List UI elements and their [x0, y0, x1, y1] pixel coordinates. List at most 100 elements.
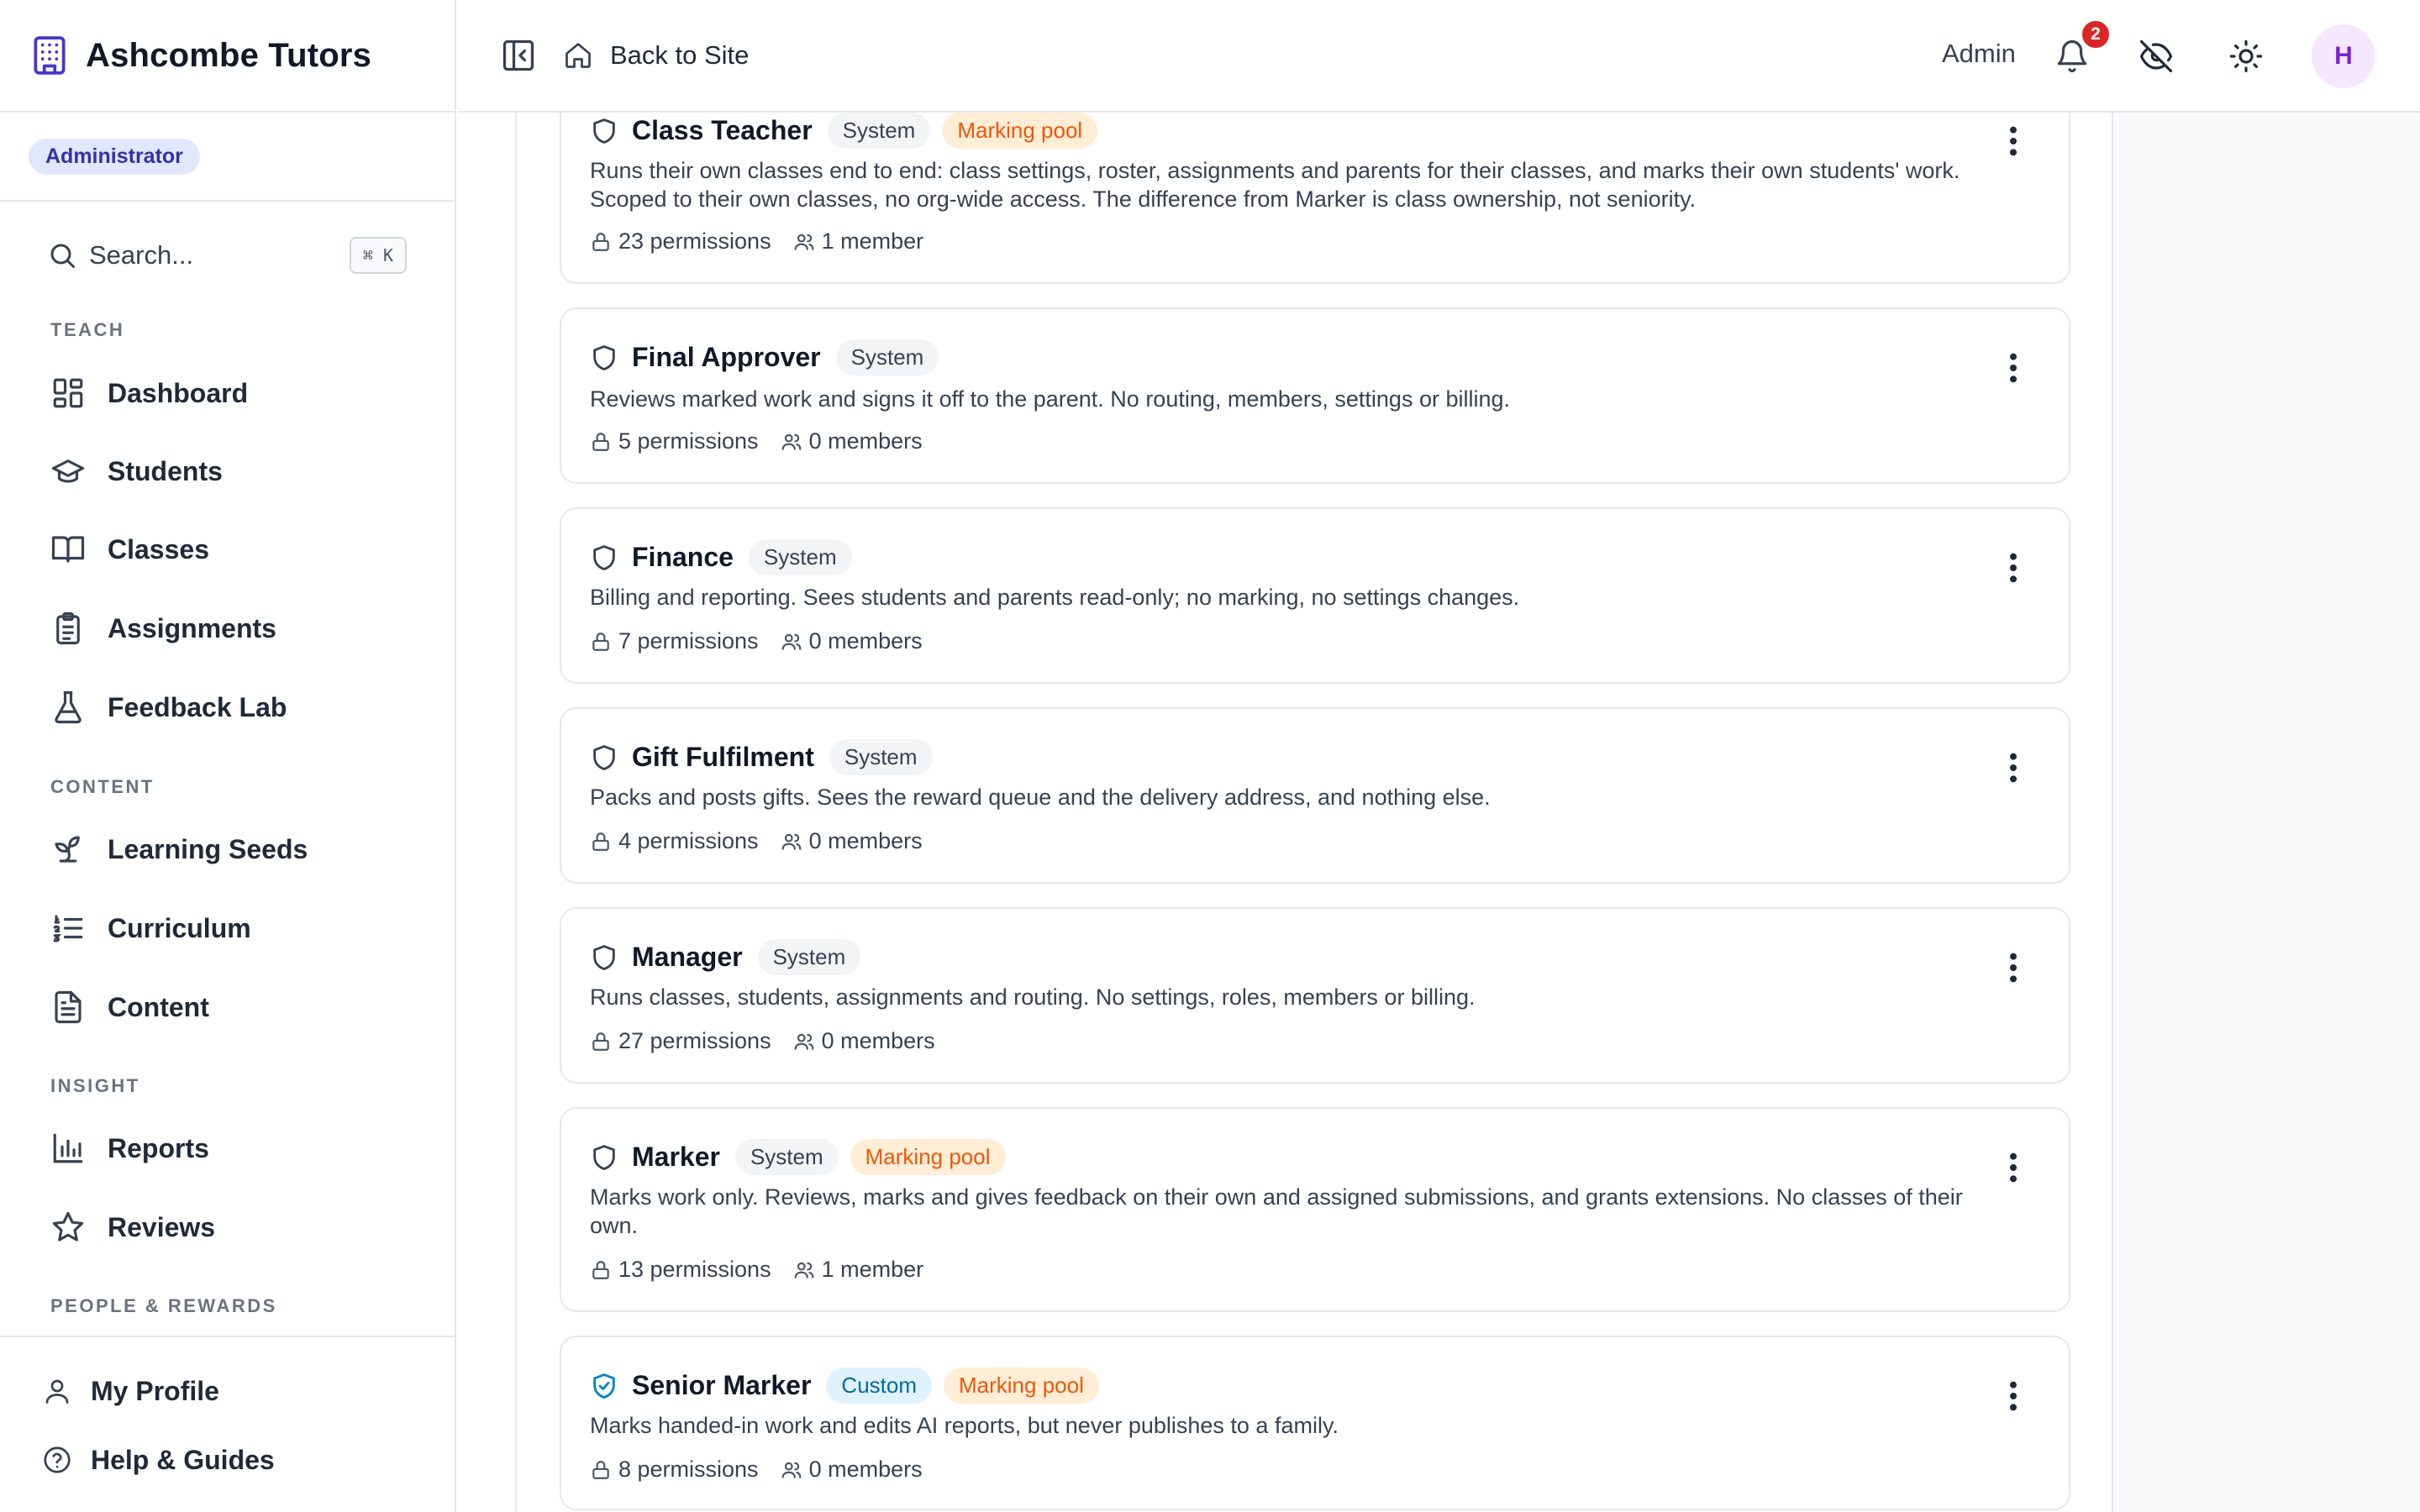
members-count: 0 members — [808, 1457, 923, 1482]
members-count: 0 members — [808, 428, 923, 454]
system-tag: System — [734, 1139, 839, 1175]
my-profile-link[interactable]: My Profile — [42, 1368, 219, 1415]
role-card-marker[interactable]: Marker System Marking pool Marks work on… — [560, 1107, 2070, 1312]
members-count: 1 member — [821, 1257, 924, 1282]
shield-icon — [590, 743, 618, 772]
permissions-count: 8 permissions — [618, 1457, 759, 1482]
sidebar-item-label: Curriculum — [108, 912, 251, 943]
marking-pool-tag: Marking pool — [850, 1139, 1006, 1175]
users-icon — [781, 1459, 802, 1481]
sidebar-footer: My Profile Help & Guides — [0, 1336, 455, 1512]
lock-icon — [590, 831, 612, 853]
notification-count-badge: 2 — [2080, 18, 2112, 50]
list-ordered-icon — [50, 911, 86, 946]
search-input[interactable]: Search... ⌘ K — [47, 234, 407, 277]
role-card-gift-fulfilment[interactable]: Gift Fulfilment System Packs and posts g… — [560, 707, 2070, 884]
role-card-manager[interactable]: Manager System Runs classes, students, a… — [560, 907, 2070, 1084]
role-title: Finance — [632, 542, 734, 572]
role-card-final-approver[interactable]: Final Approver System Reviews marked wor… — [560, 307, 2070, 484]
shield-icon — [590, 1143, 618, 1172]
users-icon — [781, 831, 802, 853]
user-icon — [42, 1376, 72, 1406]
sprout-icon — [50, 832, 86, 867]
role-meta: 7 permissions 0 members — [590, 628, 944, 654]
sidebar-item-learning-seeds[interactable]: Learning Seeds — [50, 824, 308, 874]
role-card-header: Final Approver System — [590, 339, 950, 375]
role-title: Class Teacher — [632, 115, 813, 145]
role-description: Packs and posts gifts. Sees the reward q… — [590, 785, 1491, 810]
brand[interactable]: Ashcombe Tutors — [0, 0, 455, 113]
avatar[interactable]: H — [2312, 24, 2375, 88]
system-tag: System — [827, 113, 931, 149]
permissions-count: 27 permissions — [618, 1028, 771, 1053]
more-options-icon[interactable] — [2008, 751, 2018, 785]
home-icon — [563, 40, 593, 71]
dashboard-icon — [50, 375, 86, 411]
eye-off-icon[interactable] — [2139, 39, 2174, 74]
more-options-icon[interactable] — [2008, 951, 2018, 984]
system-tag: System — [835, 339, 939, 375]
role-title: Manager — [632, 942, 743, 972]
flask-icon — [50, 690, 86, 725]
role-card-header: Gift Fulfilment System — [590, 739, 944, 775]
sidebar-item-label: Classes — [108, 533, 209, 564]
permissions-count: 5 permissions — [618, 428, 759, 454]
role-meta: 13 permissions 1 member — [590, 1257, 945, 1283]
marking-pool-tag: Marking pool — [942, 113, 1098, 149]
role-card-class-teacher[interactable]: Class Teacher System Marking pool Runs t… — [560, 84, 2070, 284]
back-to-site-link[interactable]: Back to Site — [563, 34, 749, 77]
members-count: 1 member — [821, 228, 924, 254]
sidebar-item-reviews[interactable]: Reviews — [50, 1202, 215, 1252]
shield-icon — [590, 943, 618, 972]
search-icon — [47, 240, 77, 270]
help-guides-link[interactable]: Help & Guides — [42, 1436, 275, 1483]
sidebar-item-dashboard[interactable]: Dashboard — [50, 368, 248, 418]
sidebar-item-label: Dashboard — [108, 377, 249, 408]
role-area: Administrator — [0, 113, 455, 202]
role-description: Reviews marked work and signs it off to … — [590, 386, 1511, 412]
app-title: Ashcombe Tutors — [86, 36, 372, 74]
role-badge: Administrator — [29, 138, 200, 175]
sidebar: Ashcombe Tutors Administrator Search... … — [0, 0, 456, 1512]
top-bar: Back to Site Admin 2 H — [458, 0, 2420, 113]
section-label-insight: INSIGHT — [50, 1075, 140, 1096]
more-options-icon[interactable] — [2008, 1151, 2018, 1184]
more-options-icon[interactable] — [2008, 124, 2018, 158]
sidebar-item-label: Students — [108, 455, 223, 486]
role-card-finance[interactable]: Finance System Billing and reporting. Se… — [560, 507, 2070, 684]
sidebar-item-label: Reports — [108, 1132, 209, 1163]
members-count: 0 members — [808, 828, 923, 853]
members-count: 0 members — [808, 628, 923, 654]
sidebar-item-classes[interactable]: Classes — [50, 524, 209, 575]
users-icon — [793, 1031, 815, 1053]
sidebar-item-assignments[interactable]: Assignments — [50, 603, 276, 654]
sidebar-collapse-icon[interactable] — [500, 37, 537, 74]
back-to-site-label: Back to Site — [610, 40, 750, 70]
more-options-icon[interactable] — [2008, 551, 2018, 585]
search-shortcut: ⌘ K — [349, 237, 407, 274]
right-gutter — [2113, 0, 2420, 1512]
sidebar-item-curriculum[interactable]: Curriculum — [50, 903, 251, 953]
lock-icon — [590, 631, 612, 653]
lock-icon — [590, 1031, 612, 1053]
role-description: Billing and reporting. Sees students and… — [590, 585, 1520, 610]
file-text-icon — [50, 990, 86, 1025]
marking-pool-tag: Marking pool — [944, 1368, 1099, 1404]
more-options-icon[interactable] — [2008, 351, 2018, 385]
role-meta: 23 permissions 1 member — [590, 228, 945, 255]
sun-icon[interactable] — [2228, 39, 2264, 74]
sidebar-item-reports[interactable]: Reports — [50, 1123, 209, 1173]
section-label-content: CONTENT — [50, 776, 155, 797]
sidebar-item-content[interactable]: Content — [50, 982, 209, 1032]
role-card-senior-marker[interactable]: Senior Marker Custom Marking pool Marks … — [560, 1336, 2070, 1510]
sidebar-item-students[interactable]: Students — [50, 446, 223, 496]
user-role-label: Admin — [1942, 39, 2016, 68]
sidebar-item-label: Feedback Lab — [108, 691, 287, 722]
role-title: Gift Fulfilment — [632, 742, 814, 772]
more-options-icon[interactable] — [2008, 1379, 2018, 1413]
lock-icon — [590, 1259, 612, 1281]
custom-tag: Custom — [826, 1368, 932, 1404]
role-description: Marks handed-in work and edits AI report… — [590, 1413, 1339, 1438]
sidebar-item-feedback-lab[interactable]: Feedback Lab — [50, 682, 287, 732]
graduation-cap-icon — [50, 454, 86, 489]
